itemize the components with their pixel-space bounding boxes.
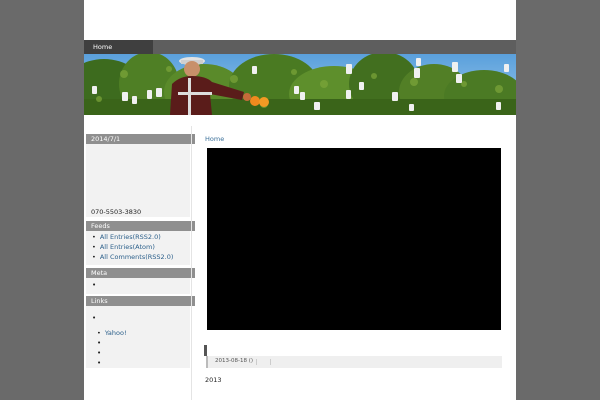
widget-title-meta: Meta <box>86 268 195 278</box>
links-sub-item <box>97 359 101 367</box>
feed-link-rss[interactable]: All Entries(RSS2.0) <box>92 233 161 241</box>
post-body-text: 2013 <box>205 376 222 384</box>
nav-home-link[interactable]: Home <box>84 40 153 54</box>
links-sub-item <box>97 349 101 357</box>
feed-link-atom[interactable]: All Entries(Atom) <box>92 243 155 251</box>
top-banner <box>84 0 516 40</box>
nav-bar: Home <box>84 40 516 54</box>
post-meta-bar: 2013-08-18 () <box>206 356 502 368</box>
widget-title-date: 2014/7/1 <box>86 134 195 144</box>
links-sub-item <box>97 339 101 347</box>
widget-title-links: Links <box>86 296 195 306</box>
phone-number: 070-5503-3830 <box>91 208 142 216</box>
widget-meta-body <box>86 278 190 294</box>
widget-feeds-body: All Entries(RSS2.0) All Entries(Atom) Al… <box>86 231 190 265</box>
widget-title-feeds: Feeds <box>86 221 195 231</box>
feed-link-comments[interactable]: All Comments(RSS2.0) <box>92 253 174 261</box>
sidebar: 2014/7/1 070-5503-3830 Feeds All Entries… <box>86 134 195 400</box>
page: Home 2014/7/1 070-5503-3830 Feeds • All … <box>84 0 516 400</box>
breadcrumb-home[interactable]: Home <box>205 135 224 143</box>
header-image <box>84 54 516 115</box>
widget-links-body: Yahoo! <box>86 306 190 368</box>
column-divider <box>191 126 192 400</box>
video-player[interactable] <box>207 148 501 330</box>
meta-separator <box>256 359 257 365</box>
link-yahoo[interactable]: Yahoo! <box>97 329 127 337</box>
links-list-item <box>92 314 96 322</box>
post-date: 2013-08-18 () <box>215 358 254 364</box>
widget-date-body: 070-5503-3830 <box>86 144 190 217</box>
meta-separator <box>270 359 271 365</box>
meta-list-item <box>92 281 96 289</box>
post-title-marker <box>204 345 207 356</box>
